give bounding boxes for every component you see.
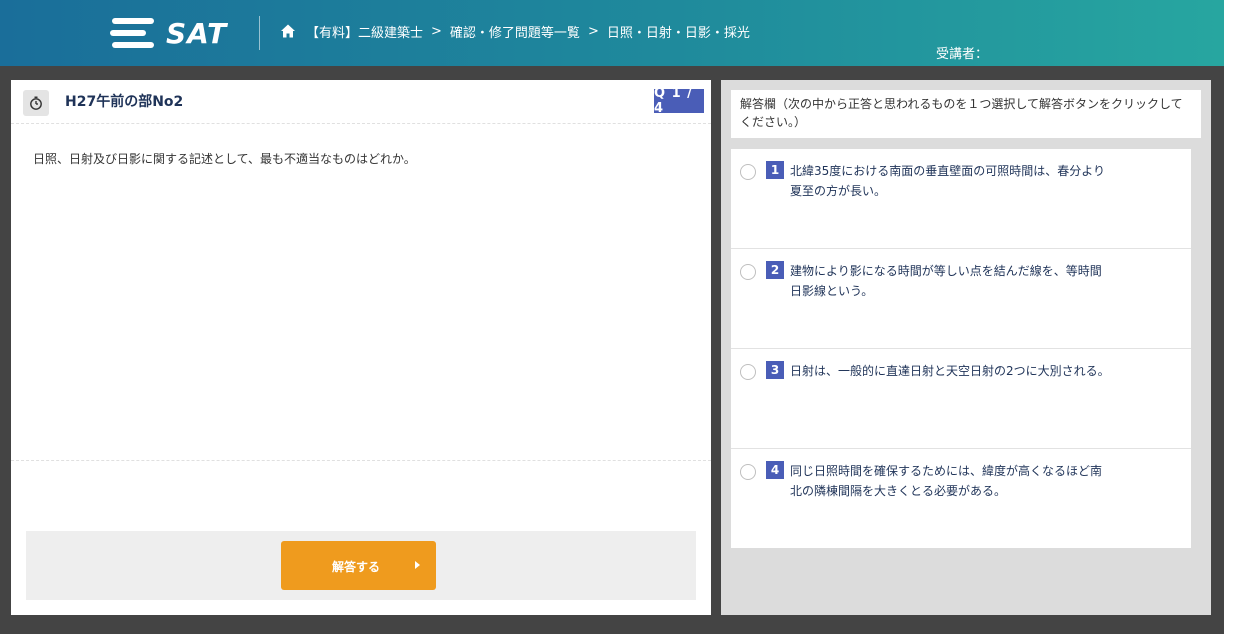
question-text: 日照、日射及び日影に関する記述として、最も不適当なものはどれか。 — [33, 152, 416, 166]
choice-number-badge: 1 — [766, 161, 784, 179]
choice-number-badge: 2 — [766, 261, 784, 279]
choice-radio[interactable] — [740, 264, 756, 280]
choice-text: 同じ日照時間を確保するためには、緯度が高くなるほど南 北の隣棟間隔を大きくとる必… — [790, 461, 1145, 501]
choice-list: 1 北緯35度における南面の垂直壁面の可照時間は、春分より 夏至の方が長い。 2… — [731, 149, 1191, 548]
header-divider — [259, 16, 260, 50]
choice-item[interactable]: 3 日射は、一般的に直達日射と天空日射の2つに大別される。 — [731, 349, 1191, 449]
choice-radio[interactable] — [740, 364, 756, 380]
choice-text-line: 北の隣棟間隔を大きくとる必要がある。 — [790, 484, 1007, 498]
choice-item[interactable]: 1 北緯35度における南面の垂直壁面の可照時間は、春分より 夏至の方が長い。 — [731, 149, 1191, 249]
home-icon[interactable] — [280, 23, 296, 39]
breadcrumb-current: 日照・日射・日影・採光 — [606, 25, 750, 41]
choice-text: 日射は、一般的に直達日射と天空日射の2つに大別される。 — [790, 361, 1145, 381]
choice-item[interactable]: 4 同じ日照時間を確保するためには、緯度が高くなるほど南 北の隣棟間隔を大きくと… — [731, 449, 1191, 549]
question-title: H27午前の部No2 — [65, 94, 184, 110]
choice-text-line: 同じ日照時間を確保するためには、緯度が高くなるほど南 — [790, 464, 1103, 478]
stopwatch-icon — [30, 96, 42, 110]
choice-text-line: 夏至の方が長い。 — [790, 184, 887, 198]
site-header: SAT 【有料】二級建築士 > 確認・修了問題等一覧 > 日照・日射・日影・採光… — [0, 0, 1224, 66]
breadcrumb-separator: > — [587, 23, 599, 39]
choice-number-badge: 3 — [766, 361, 784, 379]
submit-button-label: 解答する — [332, 560, 381, 574]
question-counter-badge: Q 1 / 4 — [654, 86, 704, 116]
breadcrumb-separator: > — [431, 23, 442, 39]
choice-text-line: 日射は、一般的に直達日射と天空日射の2つに大別される。 — [790, 364, 1110, 378]
breadcrumb-item-course[interactable]: 【有料】二級建築士 — [306, 22, 423, 41]
logo-text: SAT — [166, 16, 228, 50]
arrow-right-icon — [415, 561, 420, 569]
app-window: SAT 【有料】二級建築士 > 確認・修了問題等一覧 > 日照・日射・日影・採光… — [0, 0, 1224, 634]
scrollbar-gutter — [1224, 0, 1234, 634]
choice-radio[interactable] — [740, 464, 756, 480]
answer-instruction: 解答欄（次の中から正答と思われるものを１つ選択して解答ボタンをクリックしてくださ… — [731, 90, 1201, 138]
answer-panel: 解答欄（次の中から正答と思われるものを１つ選択して解答ボタンをクリックしてくださ… — [721, 80, 1211, 615]
choice-text: 北緯35度における南面の垂直壁面の可照時間は、春分より 夏至の方が長い。 — [790, 161, 1145, 201]
choice-item[interactable]: 2 建物により影になる時間が等しい点を結んだ線を、等時間 日影線という。 — [731, 249, 1191, 349]
user-label: 受講者： — [936, 47, 989, 62]
choice-text-line: 建物により影になる時間が等しい点を結んだ線を、等時間 — [790, 264, 1102, 278]
sat-logo[interactable]: SAT — [110, 14, 240, 52]
question-header: H27午前の部No2 Q 1 / 4 — [11, 80, 711, 124]
submit-area: 解答する — [26, 531, 696, 600]
submit-answer-button[interactable]: 解答する — [281, 541, 436, 590]
choice-radio[interactable] — [740, 164, 756, 180]
choice-text-line: 北緯35度における南面の垂直壁面の可照時間は、春分より — [790, 164, 1106, 178]
question-divider — [11, 460, 711, 461]
breadcrumb: 【有料】二級建築士 > 確認・修了問題等一覧 > 日照・日射・日影・採光 — [280, 20, 750, 42]
sat-logo-icon — [110, 16, 154, 50]
question-panel: H27午前の部No2 Q 1 / 4 日照、日射及び日影に関する記述として、最も… — [11, 80, 711, 615]
choice-text: 建物により影になる時間が等しい点を結んだ線を、等時間 日影線という。 — [790, 261, 1145, 301]
choice-number-badge: 4 — [766, 461, 784, 479]
timer-button[interactable] — [23, 90, 49, 116]
choice-text-line: 日影線という。 — [790, 284, 874, 298]
breadcrumb-item-problem-list[interactable]: 確認・修了問題等一覧 — [450, 22, 580, 41]
